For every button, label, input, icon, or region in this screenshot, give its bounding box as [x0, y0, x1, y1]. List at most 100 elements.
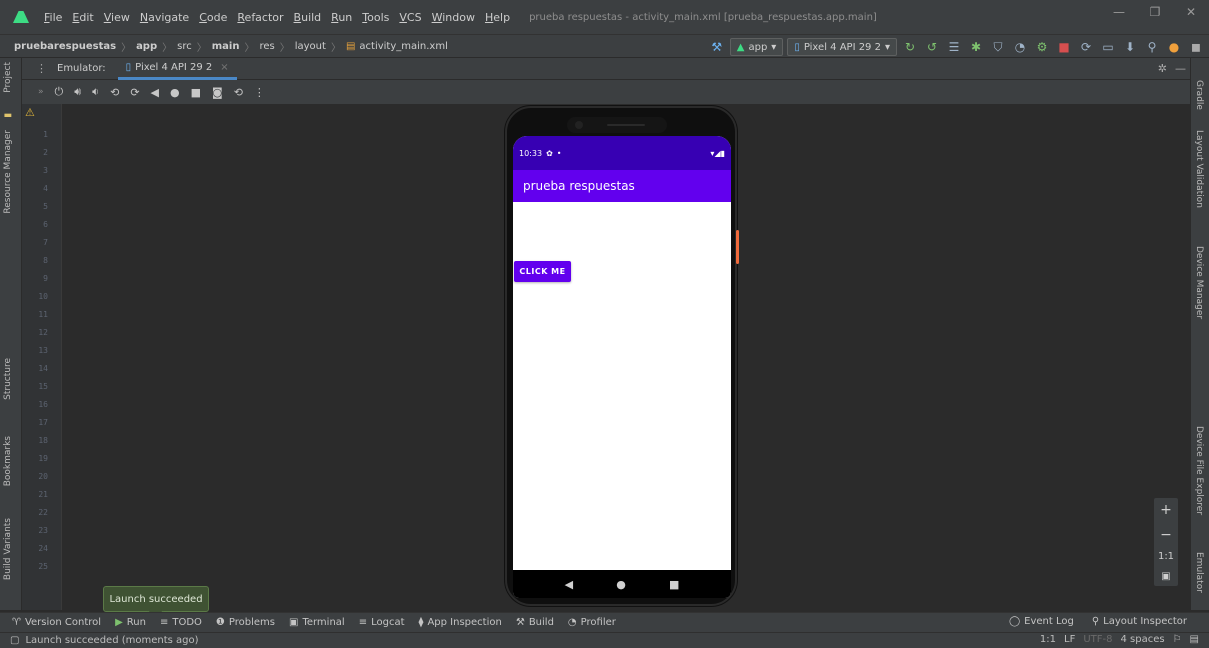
- tab-layout-inspector[interactable]: ⚲ Layout Inspector: [1092, 616, 1187, 627]
- volume-up-icon[interactable]: 🔊︎: [74, 85, 81, 99]
- back-icon[interactable]: ◀: [151, 86, 159, 99]
- zoom-out-button[interactable]: −: [1160, 527, 1172, 543]
- back-icon[interactable]: ◀: [565, 578, 573, 591]
- tab-build-variants[interactable]: Build Variants: [3, 518, 13, 580]
- hide-icon[interactable]: —: [1175, 62, 1186, 75]
- restore-icon[interactable]: ❐: [1137, 0, 1173, 24]
- more-options-icon[interactable]: ⋮: [254, 86, 265, 99]
- stop-icon[interactable]: ■: [1055, 38, 1073, 56]
- power-side-button[interactable]: [736, 230, 739, 264]
- menu-edit[interactable]: Edit: [67, 11, 98, 24]
- home-icon[interactable]: ●: [170, 86, 180, 99]
- breadcrumb-project[interactable]: pruebarespuestas: [12, 41, 118, 52]
- phone-screen[interactable]: 10:33 ✿ • ▾◢▮ prueba respuestas CLICK ME…: [513, 136, 731, 598]
- menu-view[interactable]: View: [99, 11, 135, 24]
- profiler-icon[interactable]: ◔: [1011, 38, 1029, 56]
- volume-down-icon[interactable]: 🔉︎: [92, 85, 99, 99]
- rotate-right-icon[interactable]: ⟳: [130, 86, 139, 99]
- indent-setting[interactable]: 4 spaces: [1120, 634, 1164, 645]
- breadcrumb-layout[interactable]: layout: [293, 41, 328, 52]
- line-number: 5: [43, 202, 48, 211]
- camera-icon[interactable]: ◙: [212, 86, 223, 99]
- line-number: 23: [38, 526, 48, 535]
- gear-icon[interactable]: ✲: [1158, 62, 1167, 75]
- memory-icon[interactable]: ▤: [1190, 634, 1199, 645]
- menu-window[interactable]: Window: [427, 11, 480, 24]
- tab-todo[interactable]: ≡ TODO: [160, 617, 202, 628]
- tab-device-manager[interactable]: Device Manager: [1194, 246, 1204, 319]
- tab-device-file-explorer[interactable]: Device File Explorer: [1194, 426, 1204, 515]
- power-save-icon[interactable]: ⚐: [1173, 634, 1182, 645]
- file-encoding[interactable]: UTF-8: [1083, 634, 1112, 645]
- device-manager-icon[interactable]: ▭: [1099, 38, 1117, 56]
- fit-screen-icon[interactable]: ▣: [1161, 571, 1170, 582]
- attach-debugger-icon[interactable]: ⛉: [989, 38, 1007, 56]
- menu-help[interactable]: Help: [480, 11, 515, 24]
- hammer-build-icon[interactable]: ⚒: [708, 38, 726, 56]
- menu-file[interactable]: File: [39, 11, 67, 24]
- snapshot-icon[interactable]: ⟲: [234, 86, 243, 99]
- tab-project[interactable]: Project: [3, 62, 13, 93]
- tab-version-control-label: Version Control: [24, 617, 102, 628]
- tab-version-control[interactable]: ♈︎ Version Control: [12, 617, 101, 628]
- tab-emulator-device[interactable]: ▯ Pixel 4 API 29 2 ×: [117, 58, 237, 80]
- tab-bookmarks[interactable]: Bookmarks: [3, 436, 13, 486]
- menu-run[interactable]: Run: [326, 11, 357, 24]
- line-number: 16: [38, 400, 48, 409]
- tab-structure[interactable]: Structure: [3, 358, 13, 400]
- line-number: 8: [43, 256, 48, 265]
- dot-notification-icon: •: [556, 148, 562, 158]
- tab-build[interactable]: ⚒ Build: [516, 617, 554, 628]
- sdk-manager-icon[interactable]: ⬇: [1121, 38, 1139, 56]
- overview-icon[interactable]: ■: [191, 86, 201, 99]
- minimize-icon[interactable]: —: [1101, 0, 1137, 24]
- update-icon[interactable]: ●: [1165, 38, 1183, 56]
- breadcrumb-src[interactable]: src: [175, 41, 194, 52]
- tab-layout-validation[interactable]: Layout Validation: [1194, 130, 1204, 208]
- tab-gradle[interactable]: Gradle: [1194, 80, 1204, 110]
- rotate-left-icon[interactable]: ⟲: [110, 86, 119, 99]
- menu-navigate[interactable]: Navigate: [135, 11, 194, 24]
- caret-position[interactable]: 1:1: [1040, 634, 1056, 645]
- zoom-in-button[interactable]: +: [1160, 502, 1172, 518]
- breadcrumb-res[interactable]: res: [257, 41, 276, 52]
- breadcrumb-app[interactable]: app: [134, 41, 159, 52]
- tab-run[interactable]: ▶ Run: [115, 617, 146, 628]
- breadcrumb-main[interactable]: main: [210, 41, 242, 52]
- attach-icon[interactable]: ⚙: [1033, 38, 1051, 56]
- zoom-actual-size-button[interactable]: 1:1: [1158, 551, 1174, 562]
- close-icon[interactable]: ×: [220, 62, 228, 73]
- menu-tools[interactable]: Tools: [357, 11, 394, 24]
- breadcrumb-file[interactable]: activity_main.xml: [357, 41, 449, 52]
- avatar[interactable]: ◼: [1187, 38, 1205, 56]
- line-separator[interactable]: LF: [1064, 634, 1075, 645]
- recents-icon[interactable]: ■: [669, 578, 679, 591]
- tab-resource-manager[interactable]: Resource Manager: [3, 130, 13, 214]
- tab-logcat[interactable]: ≡ Logcat: [359, 617, 405, 628]
- close-icon[interactable]: ✕: [1173, 0, 1209, 24]
- tab-problems[interactable]: ❶ Problems: [216, 617, 275, 628]
- toggle-tool-windows-icon[interactable]: ▢: [10, 635, 19, 646]
- menu-vcs[interactable]: VCS: [394, 11, 426, 24]
- expand-icon[interactable]: »: [38, 87, 44, 97]
- click-me-button[interactable]: CLICK ME: [514, 261, 571, 282]
- tab-emulator[interactable]: Emulator: [1194, 552, 1204, 593]
- debug-icon[interactable]: ✱: [967, 38, 985, 56]
- home-icon[interactable]: ●: [616, 578, 626, 591]
- coverage-icon[interactable]: ☰: [945, 38, 963, 56]
- tab-event-log[interactable]: ◯ Event Log: [1009, 616, 1074, 627]
- tab-terminal[interactable]: ▣ Terminal: [289, 617, 345, 628]
- apply-changes-icon[interactable]: ↻: [901, 38, 919, 56]
- tab-profiler[interactable]: ◔ Profiler: [568, 617, 616, 628]
- device-select[interactable]: ▯ Pixel 4 API 29 2 ▾: [787, 38, 897, 56]
- menu-build[interactable]: Build: [289, 11, 327, 24]
- search-icon[interactable]: ⚲: [1143, 38, 1161, 56]
- sync-gradle-icon[interactable]: ⟳: [1077, 38, 1095, 56]
- menu-code[interactable]: Code: [194, 11, 232, 24]
- menu-refactor[interactable]: Refactor: [232, 11, 288, 24]
- run-config-select[interactable]: ▲ app ▾: [729, 38, 784, 56]
- more-options-icon[interactable]: ⋮: [36, 62, 47, 75]
- apply-code-changes-icon[interactable]: ↺: [923, 38, 941, 56]
- tab-app-inspection[interactable]: ⧫ App Inspection: [419, 617, 502, 628]
- power-icon[interactable]: ⏻: [55, 85, 64, 99]
